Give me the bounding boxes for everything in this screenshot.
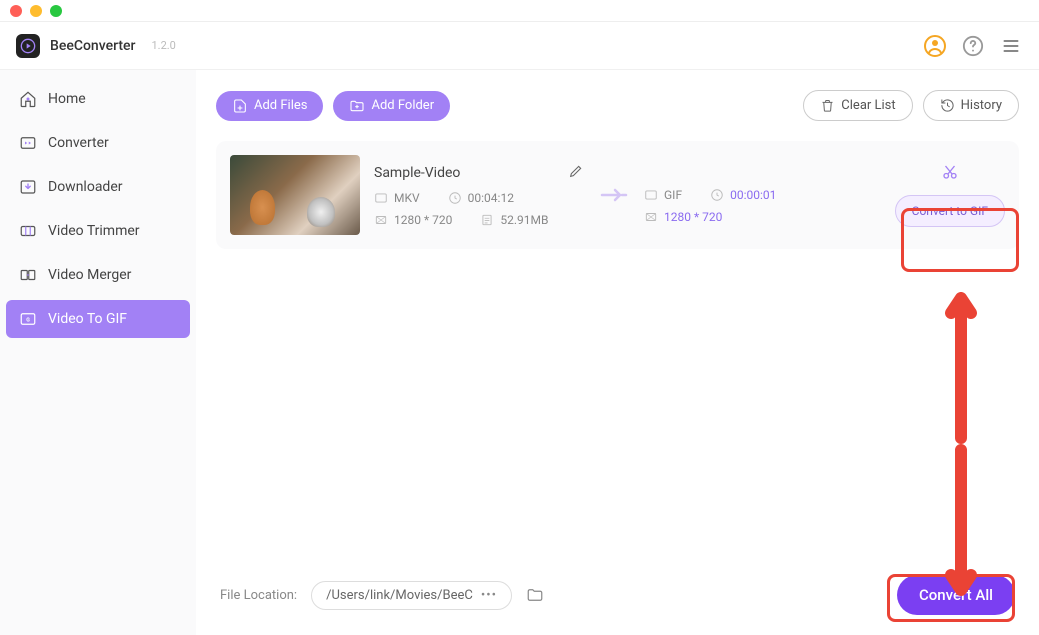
sidebar-item-converter[interactable]: Converter (6, 124, 190, 162)
history-button[interactable]: History (923, 90, 1019, 121)
help-icon[interactable] (961, 34, 985, 58)
history-label: History (961, 98, 1002, 113)
window-titlebar (0, 0, 1039, 22)
target-duration: 00:00:01 (730, 188, 776, 202)
filesize-icon (480, 213, 494, 227)
add-folder-button[interactable]: Add Folder (333, 91, 450, 121)
folder-add-icon (349, 98, 365, 114)
toolbar: Add Files Add Folder Clear List History (216, 90, 1019, 121)
sidebar-item-label: Downloader (48, 179, 123, 195)
bottom-bar: File Location: /Users/link/Movies/BeeC •… (216, 575, 1019, 615)
target-resolution: 1280 * 720 (664, 210, 722, 224)
edit-title-icon[interactable] (568, 163, 584, 183)
open-folder-icon[interactable] (526, 586, 544, 604)
clock-icon (710, 188, 724, 202)
app-name: BeeConverter (50, 38, 135, 54)
sidebar-item-downloader[interactable]: Downloader (6, 168, 190, 206)
trash-icon (820, 98, 835, 113)
file-location-path: /Users/link/Movies/BeeC (326, 588, 473, 603)
sidebar: Home Converter Downloader Video Trimmer … (0, 70, 196, 635)
account-icon[interactable] (923, 34, 947, 58)
source-size: 52.91MB (500, 213, 548, 227)
video-thumbnail[interactable] (230, 155, 360, 235)
sidebar-item-merger[interactable]: Video Merger (6, 256, 190, 294)
resolution-icon (644, 210, 658, 224)
home-icon (18, 89, 38, 109)
sidebar-item-label: Video Merger (48, 267, 131, 283)
converter-icon (18, 133, 38, 153)
source-resolution: 1280 * 720 (394, 213, 452, 227)
sidebar-item-label: Video Trimmer (48, 223, 140, 239)
file-item-card: Sample-Video MKV 00:04:12 1280 * 720 52.… (216, 141, 1019, 249)
svg-text:G: G (26, 317, 30, 323)
file-title: Sample-Video (374, 165, 460, 181)
sidebar-item-home[interactable]: Home (6, 80, 190, 118)
sidebar-item-label: Converter (48, 135, 109, 151)
source-duration: 00:04:12 (468, 191, 514, 205)
target-format: GIF (664, 188, 682, 202)
sidebar-item-label: Video To GIF (48, 311, 127, 327)
merger-icon (18, 265, 38, 285)
sidebar-item-video-to-gif[interactable]: G Video To GIF (6, 300, 190, 338)
file-add-icon (232, 98, 248, 114)
clock-icon (448, 191, 462, 205)
resolution-icon (374, 213, 388, 227)
file-location-label: File Location: (220, 588, 297, 603)
convert-all-button[interactable]: Convert All (897, 575, 1015, 615)
arrow-right-icon (598, 185, 630, 205)
app-version: 1.2.0 (151, 39, 175, 52)
convert-to-gif-button[interactable]: Convert to GIF (895, 195, 1005, 227)
gif-icon: G (18, 309, 38, 329)
sidebar-item-trimmer[interactable]: Video Trimmer (6, 212, 190, 250)
trimmer-icon (18, 221, 38, 241)
window-close-button[interactable] (10, 5, 22, 17)
download-icon (18, 177, 38, 197)
clear-list-label: Clear List (841, 98, 895, 113)
source-format: MKV (394, 191, 420, 205)
window-maximize-button[interactable] (50, 5, 62, 17)
history-icon (940, 98, 955, 113)
sidebar-item-label: Home (48, 91, 86, 107)
main-panel: Add Files Add Folder Clear List History … (196, 70, 1039, 635)
cut-icon[interactable] (941, 163, 959, 185)
window-minimize-button[interactable] (30, 5, 42, 17)
video-format-icon (374, 191, 388, 205)
add-files-button[interactable]: Add Files (216, 91, 323, 121)
video-format-icon (644, 188, 658, 202)
add-files-label: Add Files (254, 98, 307, 113)
clear-list-button[interactable]: Clear List (803, 90, 912, 121)
menu-icon[interactable] (999, 34, 1023, 58)
app-logo-icon (16, 34, 40, 58)
more-icon: ••• (481, 588, 497, 603)
app-header: BeeConverter 1.2.0 (0, 22, 1039, 70)
add-folder-label: Add Folder (371, 98, 434, 113)
annotation-arrow-icon (941, 278, 981, 448)
file-location-selector[interactable]: /Users/link/Movies/BeeC ••• (311, 581, 512, 610)
